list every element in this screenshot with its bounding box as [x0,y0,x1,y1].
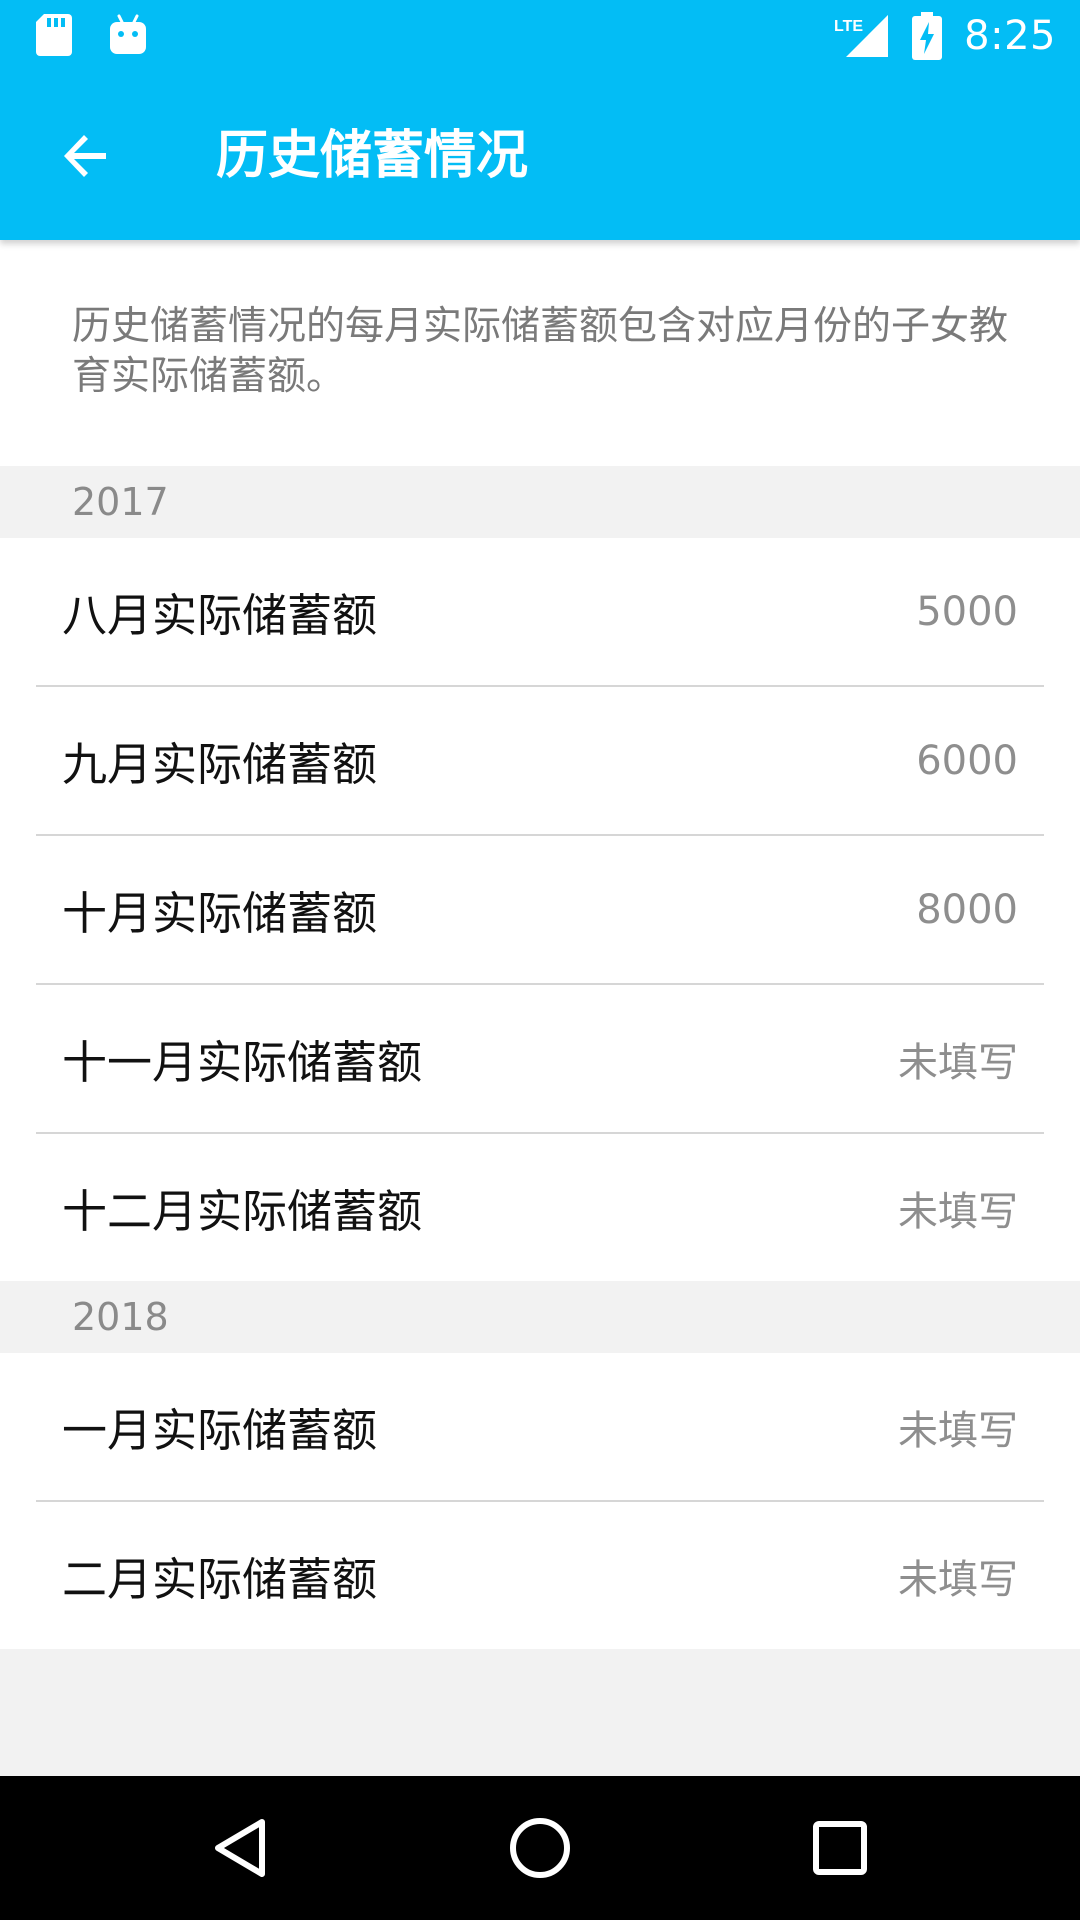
row-label: 一月实际储蓄额 [62,1404,378,1457]
row-value: 5000 [916,588,1018,635]
savings-row-nov[interactable]: 十一月实际储蓄额 未填写 [0,985,1080,1132]
savings-row-sep[interactable]: 九月实际储蓄额 6000 [0,687,1080,834]
row-label: 九月实际储蓄额 [62,738,378,791]
nav-back-button[interactable] [190,1798,290,1898]
savings-row-aug[interactable]: 八月实际储蓄额 5000 [0,538,1080,685]
row-value: 未填写 [898,1039,1018,1086]
sd-card-icon [36,14,72,56]
content: 历史储蓄情况的每月实际储蓄额包含对应月份的子女教育实际储蓄额。 2017 八月实… [0,240,1080,1649]
row-label: 十一月实际储蓄额 [62,1036,423,1089]
system-nav-bar [0,1776,1080,1920]
savings-list-2017: 八月实际储蓄额 5000 九月实际储蓄额 6000 十月实际储蓄额 8000 十… [0,538,1080,1281]
row-value: 未填写 [898,1556,1018,1603]
nav-home-button[interactable] [490,1798,590,1898]
row-label: 八月实际储蓄额 [62,589,378,642]
nav-recents-button[interactable] [790,1798,890,1898]
android-icon [110,14,146,56]
lte-signal-icon: LTE [834,13,890,59]
back-triangle-icon [210,1816,270,1880]
app-bar: LTE 8:25 历史储蓄情况 [0,0,1080,240]
savings-row-dec[interactable]: 十二月实际储蓄额 未填写 [0,1134,1080,1281]
savings-row-feb[interactable]: 二月实际储蓄额 未填写 [0,1502,1080,1649]
lte-label: LTE [834,18,863,35]
status-right-icons: LTE 8:25 [834,8,1056,64]
row-label: 十二月实际储蓄额 [62,1185,423,1238]
savings-list-2018: 一月实际储蓄额 未填写 二月实际储蓄额 未填写 [0,1353,1080,1649]
savings-row-oct[interactable]: 十月实际储蓄额 8000 [0,836,1080,983]
back-button[interactable] [42,112,130,200]
arrow-back-icon [62,132,110,180]
page-title: 历史储蓄情况 [216,126,529,186]
row-value: 6000 [916,737,1018,784]
row-value: 未填写 [898,1407,1018,1454]
status-bar: LTE 8:25 [0,0,1080,72]
toolbar: 历史储蓄情况 [0,72,1080,240]
status-left-icons [36,14,146,56]
status-time: 8:25 [964,13,1056,59]
recents-square-icon [812,1820,868,1876]
row-label: 二月实际储蓄额 [62,1553,378,1606]
home-circle-icon [508,1816,572,1880]
row-label: 十月实际储蓄额 [62,887,378,940]
section-header-2017: 2017 [0,466,1080,538]
row-value: 未填写 [898,1188,1018,1235]
battery-charging-icon [912,12,943,60]
intro-text: 历史储蓄情况的每月实际储蓄额包含对应月份的子女教育实际储蓄额。 [0,240,1080,466]
savings-row-jan[interactable]: 一月实际储蓄额 未填写 [0,1353,1080,1500]
section-header-2018: 2018 [0,1281,1080,1353]
row-value: 8000 [916,886,1018,933]
